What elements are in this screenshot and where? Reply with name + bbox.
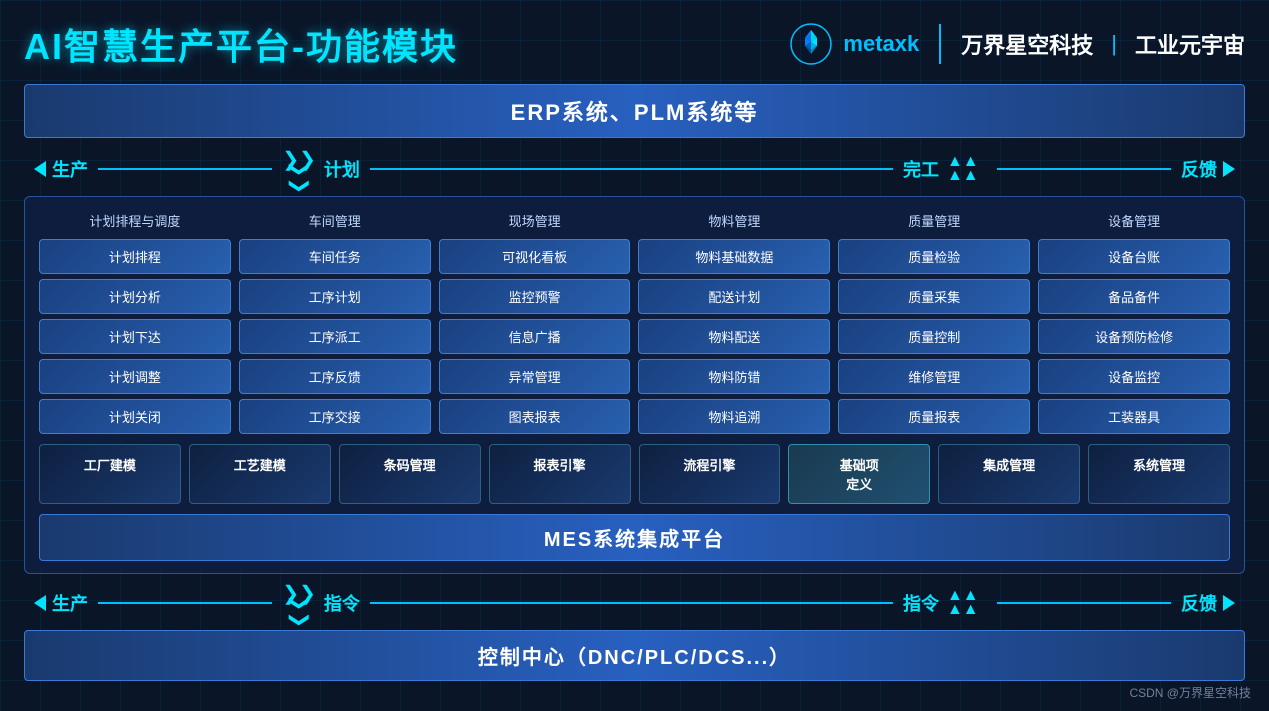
column-planning: 计划排程与调度 计划排程 计划分析 计划下达 计划调整 计划关闭	[39, 209, 231, 434]
col-header-workshop: 车间管理	[239, 209, 431, 232]
column-material: 物料管理 物料基础数据 配送计划 物料配送 物料防错 物料追溯	[638, 209, 830, 434]
btn-visual-board[interactable]: 可视化看板	[439, 239, 631, 274]
brand-separator: |	[1111, 31, 1117, 57]
page-title: AI智慧生产平台-功能模块	[24, 18, 458, 70]
brand-divider	[939, 24, 941, 64]
btn-report-engine[interactable]: 报表引擎	[489, 444, 631, 504]
btn-basic-define[interactable]: 基础项 定义	[788, 444, 930, 504]
column-site: 现场管理 可视化看板 监控预警 信息广播 异常管理 图表报表	[439, 209, 631, 434]
btn-monitor-alert[interactable]: 监控预警	[439, 279, 631, 314]
mes-bar: MES系统集成平台	[39, 514, 1230, 561]
btn-delivery-plan[interactable]: 配送计划	[638, 279, 830, 314]
brand-sub-name: 万界星空科技	[961, 28, 1093, 60]
btn-equip-ledger[interactable]: 设备台账	[1038, 239, 1230, 274]
flow2-label-feedback: 反馈	[1181, 590, 1217, 616]
btn-process-engine[interactable]: 流程引擎	[639, 444, 781, 504]
btn-chart-report[interactable]: 图表报表	[439, 399, 631, 434]
btn-quality-control[interactable]: 质量控制	[838, 319, 1030, 354]
btn-material-poka[interactable]: 物料防错	[638, 359, 830, 394]
down-arrows-2: ❯❯ ❯❯	[282, 586, 316, 620]
flow2-line-center	[370, 602, 893, 604]
col-header-site: 现场管理	[439, 209, 631, 232]
btn-process-handover[interactable]: 工序交接	[239, 399, 431, 434]
bottom-modules-row: 工厂建模 工艺建模 条码管理 报表引擎 流程引擎 基础项 定义 集成管理 系统管…	[39, 444, 1230, 504]
btn-integration-mgmt[interactable]: 集成管理	[938, 444, 1080, 504]
modules-grid: 计划排程与调度 计划排程 计划分析 计划下达 计划调整 计划关闭 车间管理 车间…	[39, 209, 1230, 434]
flow-line-center	[370, 168, 893, 170]
btn-material-base[interactable]: 物料基础数据	[638, 239, 830, 274]
btn-plan-analysis[interactable]: 计划分析	[39, 279, 231, 314]
up-arrows-2: ▲▲ ▲▲	[947, 589, 979, 618]
arrow-right-2-icon	[1223, 595, 1235, 611]
column-workshop: 车间管理 车间任务 工序计划 工序派工 工序反馈 工序交接	[239, 209, 431, 434]
btn-equip-maintenance[interactable]: 设备预防检修	[1038, 319, 1230, 354]
btn-process-plan[interactable]: 工序计划	[239, 279, 431, 314]
flow-row-1: 生产 ❯❯ ❯❯ 计划 完工 ▲▲ ▲▲ 反馈	[24, 148, 1245, 190]
flow-left-1: 生产	[34, 156, 88, 182]
btn-quality-inspect[interactable]: 质量检验	[838, 239, 1030, 274]
btn-plan-dispatch[interactable]: 计划下达	[39, 319, 231, 354]
flow2-label-produce: 生产	[52, 590, 88, 616]
brand-industry: 工业元宇宙	[1135, 28, 1245, 60]
flow-line-right	[997, 168, 1171, 170]
page-container: AI智慧生产平台-功能模块 metaxk 万界星空科技 | 工业元宇宙	[0, 0, 1269, 711]
flow-label-produce: 生产	[52, 156, 88, 182]
btn-tooling[interactable]: 工装器具	[1038, 399, 1230, 434]
brand-name: metaxk	[843, 31, 919, 57]
header: AI智慧生产平台-功能模块 metaxk 万界星空科技 | 工业元宇宙	[24, 18, 1245, 70]
btn-process-model[interactable]: 工艺建模	[189, 444, 331, 504]
column-quality: 质量管理 质量检验 质量采集 质量控制 维修管理 质量报表	[838, 209, 1030, 434]
btn-plan-adjust[interactable]: 计划调整	[39, 359, 231, 394]
watermark: CSDN @万界星空科技	[1129, 684, 1251, 701]
up-arrows: ▲▲ ▲▲	[947, 155, 979, 184]
btn-quality-collect[interactable]: 质量采集	[838, 279, 1030, 314]
col-header-quality: 质量管理	[838, 209, 1030, 232]
arrow-left-icon	[34, 161, 46, 177]
btn-factory-model[interactable]: 工厂建模	[39, 444, 181, 504]
btn-repair-mgmt[interactable]: 维修管理	[838, 359, 1030, 394]
arrow-right-icon	[1223, 161, 1235, 177]
col-header-equipment: 设备管理	[1038, 209, 1230, 232]
flow-label-plan: 计划	[324, 156, 360, 182]
btn-process-feedback[interactable]: 工序反馈	[239, 359, 431, 394]
brand-logo: metaxk 万界星空科技 | 工业元宇宙	[789, 22, 1245, 66]
btn-quality-report[interactable]: 质量报表	[838, 399, 1030, 434]
btn-info-broadcast[interactable]: 信息广播	[439, 319, 631, 354]
btn-material-delivery[interactable]: 物料配送	[638, 319, 830, 354]
btn-plan-close[interactable]: 计划关闭	[39, 399, 231, 434]
btn-material-trace[interactable]: 物料追溯	[638, 399, 830, 434]
main-content-box: 计划排程与调度 计划排程 计划分析 计划下达 计划调整 计划关闭 车间管理 车间…	[24, 196, 1245, 574]
arrow-left-2-icon	[34, 595, 46, 611]
btn-system-mgmt[interactable]: 系统管理	[1088, 444, 1230, 504]
btn-spare-parts[interactable]: 备品备件	[1038, 279, 1230, 314]
control-bar: 控制中心（DNC/PLC/DCS...）	[24, 630, 1245, 681]
flow-label-feedback: 反馈	[1181, 156, 1217, 182]
flow-label-complete: 完工	[903, 156, 939, 182]
col-header-material: 物料管理	[638, 209, 830, 232]
col-header-planning: 计划排程与调度	[39, 209, 231, 232]
btn-process-dispatch[interactable]: 工序派工	[239, 319, 431, 354]
btn-plan-schedule[interactable]: 计划排程	[39, 239, 231, 274]
flow-line-left	[98, 168, 272, 170]
flow2-left: 生产	[34, 590, 88, 616]
flow-row-2: 生产 ❯❯ ❯❯ 指令 指令 ▲▲ ▲▲ 反馈	[24, 582, 1245, 624]
btn-equip-monitor[interactable]: 设备监控	[1038, 359, 1230, 394]
flow2-line-right	[997, 602, 1171, 604]
btn-exception-mgmt[interactable]: 异常管理	[439, 359, 631, 394]
column-equipment: 设备管理 设备台账 备品备件 设备预防检修 设备监控 工装器具	[1038, 209, 1230, 434]
flow2-label-command: 指令	[324, 590, 360, 616]
btn-barcode-mgmt[interactable]: 条码管理	[339, 444, 481, 504]
btn-workshop-task[interactable]: 车间任务	[239, 239, 431, 274]
flow2-label-command-r: 指令	[903, 590, 939, 616]
down-arrows: ❯❯ ❯❯	[282, 152, 316, 186]
flow2-line-left	[98, 602, 272, 604]
brand-icon	[789, 22, 833, 66]
erp-bar: ERP系统、PLM系统等	[24, 84, 1245, 138]
